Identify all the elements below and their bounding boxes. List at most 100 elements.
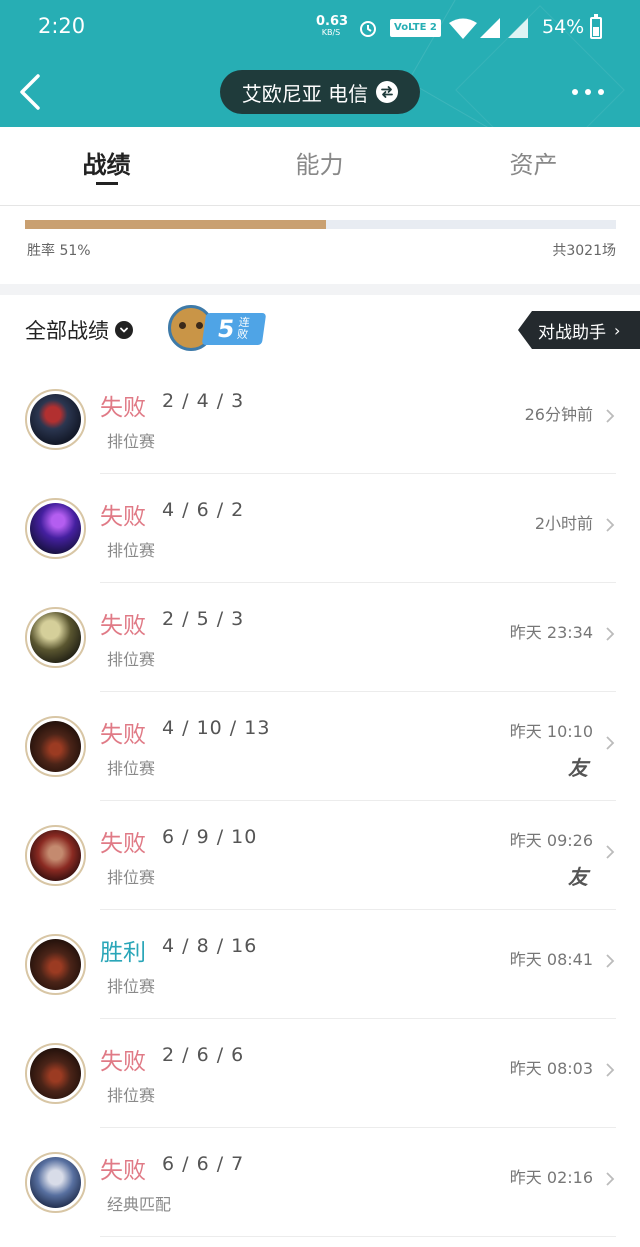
- status-time: 2:20: [38, 14, 86, 38]
- champion-avatar: [25, 1043, 86, 1104]
- match-row[interactable]: 胜利 4 / 8 / 16 排位赛 昨天 08:41: [0, 910, 640, 1019]
- network-speed-unit: KB/S: [321, 28, 341, 37]
- filter-label: 全部战绩: [25, 319, 109, 343]
- record-filter-dropdown[interactable]: 全部战绩: [25, 315, 133, 345]
- champion-avatar: [25, 389, 86, 450]
- chevron-right-icon: [606, 736, 615, 750]
- match-mode: 经典匹配: [107, 1195, 172, 1214]
- match-result: 失败: [100, 504, 146, 530]
- match-row[interactable]: 失败 2 / 6 / 6 排位赛 昨天 08:03: [0, 1019, 640, 1128]
- match-list-header: 全部战绩 5 连败 对战助手 ›: [0, 295, 640, 365]
- alarm-icon: [360, 21, 376, 37]
- app-header: 2:20 0.63 KB/S VoLTE 2 54% 艾欧尼亚 电信: [0, 0, 640, 127]
- match-time: 昨天 23:34: [509, 623, 593, 642]
- match-time: 昨天 09:26: [509, 831, 593, 850]
- match-row[interactable]: 失败 6 / 9 / 10 排位赛 昨天 09:26 友: [0, 801, 640, 910]
- match-mode: 排位赛: [107, 1086, 156, 1105]
- match-time: 2小时前: [534, 514, 593, 533]
- match-mode: 排位赛: [107, 868, 156, 887]
- network-speed: 0.63 KB/S: [316, 14, 349, 37]
- match-mode: 排位赛: [107, 541, 156, 560]
- match-time: 昨天 10:10: [509, 722, 593, 741]
- match-list: 全部战绩 5 连败 对战助手 › 失败 2 / 4 / 3 排位赛 26分钟前 …: [0, 295, 640, 1247]
- row-divider: [100, 1236, 616, 1237]
- match-mode: 排位赛: [107, 759, 156, 778]
- match-kda: 6 / 6 / 7: [162, 1153, 245, 1175]
- server-name: 艾欧尼亚 电信: [241, 81, 369, 106]
- chevron-right-icon: [606, 1172, 615, 1186]
- streak-count: 5: [215, 315, 237, 343]
- total-games: 共3021场: [552, 243, 616, 259]
- streak-word: 连败: [236, 316, 251, 341]
- winrate-label: 胜率 51%: [27, 243, 91, 259]
- chevron-right-icon: [606, 954, 615, 968]
- match-row[interactable]: 失败 4 / 6 / 2 排位赛 2小时前: [0, 474, 640, 583]
- chevron-right-icon: ›: [614, 320, 621, 340]
- tab-bar: 战绩 能力 资产: [0, 127, 640, 206]
- back-arrow-icon[interactable]: [14, 70, 54, 114]
- match-result: 失败: [100, 1158, 146, 1184]
- champion-avatar: [25, 1152, 86, 1213]
- friend-badge: 友: [568, 756, 588, 780]
- cell-signal-icon: [508, 18, 528, 38]
- tab-label: 能力: [295, 151, 344, 179]
- match-time: 昨天 08:41: [509, 950, 593, 969]
- match-kda: 2 / 4 / 3: [162, 390, 245, 412]
- tab-ability[interactable]: 能力: [213, 127, 426, 206]
- match-row[interactable]: 失败 2 / 4 / 3 排位赛 26分钟前: [0, 365, 640, 474]
- match-mode: 排位赛: [107, 432, 156, 451]
- match-mode: 排位赛: [107, 977, 156, 996]
- chevron-right-icon: [606, 518, 615, 532]
- battery-icon: [590, 14, 602, 39]
- streak-flag: 5 连败: [201, 313, 267, 345]
- status-bar: 2:20 0.63 KB/S VoLTE 2 54%: [0, 0, 640, 56]
- tab-assets[interactable]: 资产: [427, 127, 640, 206]
- match-result: 失败: [100, 395, 146, 421]
- chevron-right-icon: [606, 845, 615, 859]
- match-result: 失败: [100, 722, 146, 748]
- active-tab-indicator: [95, 182, 118, 185]
- chevron-down-icon: [115, 321, 133, 339]
- champion-avatar: [25, 607, 86, 668]
- server-switch-button[interactable]: 艾欧尼亚 电信: [220, 70, 420, 114]
- chevron-right-icon: [606, 409, 615, 423]
- match-kda: 4 / 8 / 16: [162, 935, 258, 957]
- wifi-icon: [449, 18, 477, 39]
- match-kda: 4 / 10 / 13: [162, 717, 271, 739]
- match-time: 昨天 02:16: [509, 1168, 593, 1187]
- match-kda: 2 / 6 / 6: [162, 1044, 245, 1066]
- match-kda: 4 / 6 / 2: [162, 499, 245, 521]
- match-time: 昨天 08:03: [509, 1059, 593, 1078]
- more-menu-icon[interactable]: [568, 80, 608, 104]
- champion-avatar: [25, 825, 86, 886]
- match-row[interactable]: 失败 6 / 6 / 7 经典匹配 昨天 02:16: [0, 1128, 640, 1237]
- winrate-panel: 胜率 51% 共3021场: [0, 206, 640, 284]
- battle-assistant-label: 对战助手: [538, 322, 606, 343]
- chevron-right-icon: [606, 627, 615, 641]
- champion-avatar: [25, 934, 86, 995]
- match-mode: 排位赛: [107, 650, 156, 669]
- tab-record[interactable]: 战绩: [0, 127, 213, 206]
- battery-percentage: 54%: [542, 16, 585, 38]
- battle-assistant-button[interactable]: 对战助手 ›: [518, 311, 640, 349]
- match-row[interactable]: 失败 4 / 10 / 13 排位赛 昨天 10:10 友: [0, 692, 640, 801]
- chevron-right-icon: [606, 1063, 615, 1077]
- winrate-bar: [25, 220, 616, 229]
- tab-label: 战绩: [82, 151, 131, 179]
- network-speed-value: 0.63: [316, 14, 349, 29]
- champion-avatar: [25, 716, 86, 777]
- champion-avatar: [25, 498, 86, 559]
- winrate-bar-fill: [25, 220, 327, 229]
- volte-badge: VoLTE 2: [390, 19, 441, 37]
- losing-streak-badge: 5 连败: [168, 303, 267, 353]
- swap-icon: [376, 81, 399, 103]
- match-result: 失败: [100, 1049, 146, 1075]
- match-kda: 6 / 9 / 10: [162, 826, 258, 848]
- tab-label: 资产: [509, 151, 558, 179]
- friend-badge: 友: [568, 865, 588, 889]
- cell-signal-icon: [480, 18, 500, 38]
- match-kda: 2 / 5 / 3: [162, 608, 245, 630]
- match-row[interactable]: 失败 2 / 5 / 3 排位赛 昨天 23:34: [0, 583, 640, 692]
- match-result: 失败: [100, 613, 146, 639]
- match-result: 失败: [100, 831, 146, 857]
